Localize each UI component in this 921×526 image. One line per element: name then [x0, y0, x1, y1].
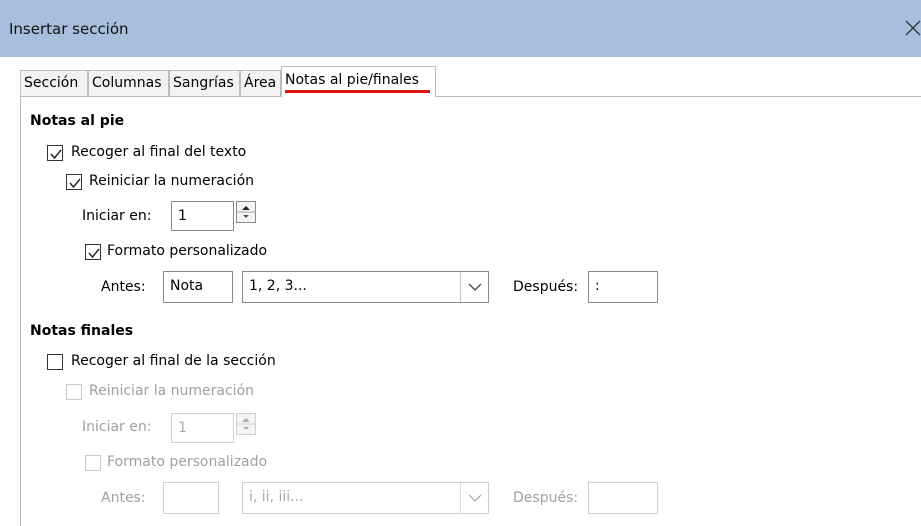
endnotes-after-label: Después: [513, 490, 579, 506]
footnotes-restart-checkbox[interactable] [66, 174, 82, 190]
tab-area[interactable]: Área [240, 70, 281, 96]
triangle-up-icon [237, 206, 255, 218]
footnotes-collect-label: Recoger al final del texto [71, 144, 247, 160]
footnotes-before-value: Nota [170, 278, 204, 294]
chevron-down-icon [460, 483, 488, 513]
endnotes-format-value: i, ii, iii... [249, 489, 304, 505]
endnotes-restart-checkbox[interactable] [66, 384, 82, 400]
endnotes-custom-checkbox[interactable] [85, 455, 101, 471]
title-bar: Insertar sección [0, 0, 921, 57]
footnotes-start-value: 1 [178, 208, 187, 224]
triangle-up-icon [237, 418, 255, 430]
endnotes-custom-label: Formato personalizado [107, 454, 268, 470]
tab-label: Columnas [92, 75, 162, 91]
footnotes-restart-label: Reiniciar la numeración [89, 173, 255, 189]
tab-seccion[interactable]: Sección [20, 70, 88, 96]
endnotes-heading: Notas finales [30, 323, 134, 339]
tab-sangrias[interactable]: Sangrías [169, 70, 240, 96]
triangle-down-icon [243, 215, 249, 218]
footnotes-start-spinner[interactable] [236, 201, 256, 223]
endnotes-after-input[interactable] [588, 482, 658, 514]
endnotes-start-input[interactable]: 1 [171, 413, 234, 443]
endnotes-before-input[interactable] [163, 482, 219, 514]
footnotes-format-value: 1, 2, 3... [249, 278, 307, 294]
endnotes-before-label: Antes: [101, 490, 146, 506]
endnotes-collect-checkbox[interactable] [47, 354, 63, 370]
endnotes-collect-label: Recoger al final de la sección [71, 353, 276, 369]
close-icon[interactable] [903, 13, 921, 43]
footnotes-start-label: Iniciar en: [82, 208, 152, 224]
endnotes-restart-label: Reiniciar la numeración [89, 383, 255, 399]
footnotes-heading: Notas al pie [30, 113, 125, 129]
footnotes-before-input[interactable]: Nota [163, 271, 233, 303]
checkmark-icon [69, 178, 81, 189]
tab-label: Área [244, 75, 277, 91]
tab-columnas[interactable]: Columnas [88, 70, 169, 96]
footnotes-start-input[interactable]: 1 [171, 201, 234, 231]
endnotes-format-select[interactable]: i, ii, iii... [242, 482, 489, 514]
chevron-down-icon [460, 272, 488, 302]
tab-label: Sangrías [173, 75, 234, 91]
tab-label: Sección [24, 75, 79, 91]
endnotes-start-label: Iniciar en: [82, 419, 152, 435]
footnotes-custom-checkbox[interactable] [85, 244, 101, 260]
endnotes-start-spinner[interactable] [236, 413, 256, 435]
tab-bar: Sección Columnas Sangrías Área Notas al … [20, 66, 920, 97]
footnotes-after-label: Después: [513, 279, 579, 295]
checkmark-icon [88, 248, 100, 259]
footnotes-before-label: Antes: [101, 279, 146, 295]
window-title: Insertar sección [9, 20, 129, 38]
footnotes-after-value: : [595, 278, 600, 294]
footnotes-custom-label: Formato personalizado [107, 243, 268, 259]
footnotes-format-select[interactable]: 1, 2, 3... [242, 271, 489, 303]
endnotes-start-value: 1 [178, 420, 187, 436]
active-tab-indicator [285, 90, 430, 93]
footnotes-collect-checkbox[interactable] [47, 145, 63, 161]
tab-label: Notas al pie/finales [285, 72, 419, 88]
footnotes-after-input[interactable]: : [588, 271, 658, 303]
checkmark-icon [50, 149, 62, 160]
